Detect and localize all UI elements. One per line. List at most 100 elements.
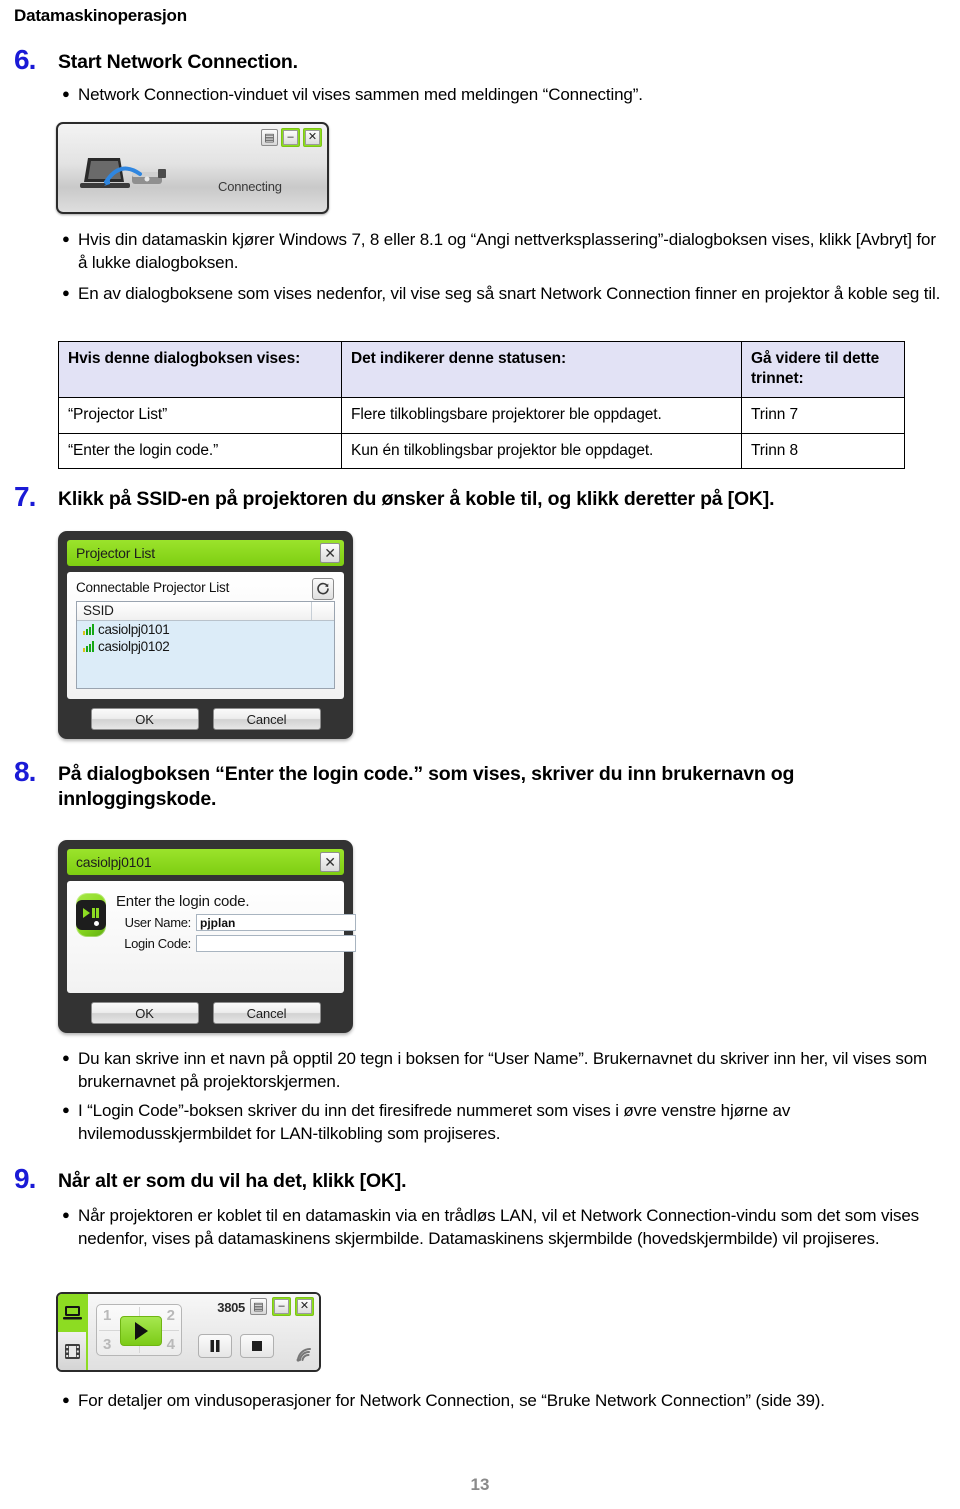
signal-icon — [83, 624, 94, 635]
list-item[interactable]: casiolpj0102 — [77, 638, 334, 655]
login-code-row: Login Code: — [116, 935, 356, 952]
table-row: “Enter the login code.” Kun én tilkoblin… — [58, 432, 905, 470]
step-7-title: Klikk på SSID-en på projektoren du ønske… — [58, 488, 775, 510]
step-7: 7. Klikk på SSID-en på projektoren du øn… — [14, 483, 944, 512]
ssid-list-header: SSID — [77, 602, 334, 621]
close-icon[interactable]: ✕ — [320, 543, 340, 563]
list-icon[interactable]: ▤ — [250, 1298, 267, 1315]
table-cell: Flere tilkoblingsbare projektorer ble op… — [341, 397, 742, 434]
document-page: Datamaskinoperasjon 6. Start Network Con… — [0, 0, 960, 1509]
step-9-number: 9. — [14, 1163, 36, 1194]
quadrant-label-4: 4 — [166, 1336, 175, 1353]
session-counter: 3805 — [217, 1300, 245, 1315]
list-item-label: casiolpj0102 — [98, 639, 170, 654]
computer-projector-icon — [80, 158, 166, 188]
login-dialog: casiolpj0101 ✕ Enter the login code. Use… — [58, 840, 356, 1033]
film-icon[interactable] — [58, 1332, 86, 1370]
pause-icon — [210, 1340, 220, 1352]
step-9-bullet-1: ● Når projektoren er koblet til en datam… — [62, 1205, 952, 1251]
table-header-row: Hvis denne dialogboksen vises: Det indik… — [58, 340, 905, 399]
monitor-icon[interactable] — [58, 1294, 86, 1332]
play-button[interactable] — [120, 1316, 162, 1346]
step-6: 6. Start Network Connection. — [14, 46, 914, 75]
connectable-projector-list-label: Connectable Projector List — [76, 580, 230, 595]
play-icon — [134, 1322, 148, 1340]
close-label: ✕ — [305, 130, 320, 145]
ok-button[interactable]: OK — [90, 708, 199, 730]
step-6-bullet-1: ● Network Connection-vinduet vil vises s… — [62, 84, 942, 107]
network-connection-toolbar: 3805 ▤ – ✕ 1 2 3 4 — [56, 1292, 321, 1372]
page-number: 13 — [470, 1475, 490, 1494]
user-name-row: User Name: pjplan — [116, 914, 356, 931]
projector-list-body: Connectable Projector List SSID casiolpj… — [67, 572, 344, 699]
step-8-number: 8. — [14, 756, 36, 787]
bullet-dot-icon: ● — [62, 1392, 70, 1407]
step-6-bullet-3: ● En av dialogboksene som vises nedenfor… — [62, 283, 948, 306]
bullet-text: I “Login Code”-boksen skriver du inn det… — [78, 1101, 791, 1143]
bullet-text: En av dialogboksene som vises nedenfor, … — [78, 284, 941, 303]
close-icon[interactable]: ✕ — [320, 852, 340, 872]
list-item-label: casiolpj0101 — [98, 622, 170, 637]
stop-button[interactable] — [240, 1334, 274, 1358]
quadrant-label-3: 3 — [103, 1336, 112, 1353]
step-6-number: 6. — [14, 44, 36, 75]
projector-app-icon — [76, 893, 106, 937]
quadrant-label-1: 1 — [103, 1307, 112, 1324]
ssid-listbox[interactable]: SSID casiolpj0101 casiolpj0102 — [76, 601, 335, 689]
login-code-field[interactable] — [196, 935, 356, 952]
step-7-number: 7. — [14, 481, 36, 512]
list-item[interactable]: casiolpj0101 — [77, 621, 334, 638]
minimize-label: – — [283, 130, 298, 145]
ssid-column-spacer — [312, 602, 334, 620]
stop-icon — [252, 1341, 262, 1351]
user-name-label: User Name: — [124, 915, 192, 930]
table-cell: “Enter the login code.” — [58, 432, 342, 470]
table-row: “Projector List” Flere tilkoblingsbare p… — [58, 397, 905, 434]
toolbar-side-tabs — [58, 1294, 88, 1370]
close-button[interactable]: ✕ — [303, 128, 322, 147]
step-8-bullet-2: ● I “Login Code”-boksen skriver du inn d… — [62, 1100, 952, 1146]
step-9-bullet-2: ● For detaljer om vindusoperasjoner for … — [62, 1390, 952, 1413]
step-8-title: På dialogboksen “Enter the login code.” … — [58, 763, 795, 810]
login-dialog-footer: OK Cancel — [67, 993, 344, 1024]
bullet-dot-icon: ● — [62, 86, 70, 101]
login-prompt: Enter the login code. — [116, 893, 250, 910]
quadrant-label-2: 2 — [166, 1307, 175, 1324]
close-label: ✕ — [297, 1299, 312, 1314]
minimize-button[interactable]: – — [272, 1297, 291, 1316]
login-dialog-title: casiolpj0101 — [76, 854, 152, 870]
step-8: 8. På dialogboksen “Enter the login code… — [14, 758, 944, 812]
wifi-icon — [295, 1346, 315, 1366]
minimize-button[interactable]: – — [281, 128, 300, 147]
signal-icon — [83, 641, 94, 652]
running-head: Datamaskinoperasjon — [14, 6, 187, 25]
table-header-cell-3: Gå videre til dette trinnet: — [741, 340, 905, 399]
cancel-button[interactable]: Cancel — [212, 708, 321, 730]
bullet-text: Når projektoren er koblet til en datamas… — [78, 1206, 919, 1248]
connecting-window-controls: ▤ – ✕ — [261, 128, 322, 147]
bullet-dot-icon: ● — [62, 1050, 70, 1065]
toolbar-main: 3805 ▤ – ✕ 1 2 3 4 — [88, 1294, 319, 1370]
projector-list-footer: OK Cancel — [67, 699, 344, 730]
step-6-title: Start Network Connection. — [58, 51, 298, 73]
close-button[interactable]: ✕ — [295, 1297, 314, 1316]
bullet-text: For detaljer om vindusoperasjoner for Ne… — [78, 1391, 825, 1410]
login-dialog-titlebar: casiolpj0101 ✕ — [67, 849, 344, 875]
bullet-dot-icon: ● — [62, 1102, 70, 1117]
refresh-icon[interactable] — [312, 578, 334, 600]
login-dialog-body: Enter the login code. User Name: pjplan … — [67, 881, 356, 993]
list-icon[interactable]: ▤ — [261, 129, 278, 146]
table-cell: Trinn 8 — [741, 432, 905, 470]
table-cell: Kun én tilkoblingsbar projektor ble oppd… — [341, 432, 742, 470]
cancel-button[interactable]: Cancel — [212, 1002, 321, 1024]
ok-button[interactable]: OK — [90, 1002, 199, 1024]
bullet-dot-icon: ● — [62, 285, 70, 300]
user-name-field[interactable]: pjplan — [196, 914, 356, 931]
ssid-column-header: SSID — [77, 602, 312, 620]
bullet-text: Network Connection-vinduet vil vises sam… — [78, 85, 643, 104]
status-table: Hvis denne dialogboksen vises: Det indik… — [58, 340, 905, 470]
step-8-bullet-1: ● Du kan skrive inn et navn på opptil 20… — [62, 1048, 952, 1094]
minimize-label: – — [274, 1299, 289, 1314]
pause-button[interactable] — [198, 1334, 232, 1358]
bullet-dot-icon: ● — [62, 1207, 70, 1222]
